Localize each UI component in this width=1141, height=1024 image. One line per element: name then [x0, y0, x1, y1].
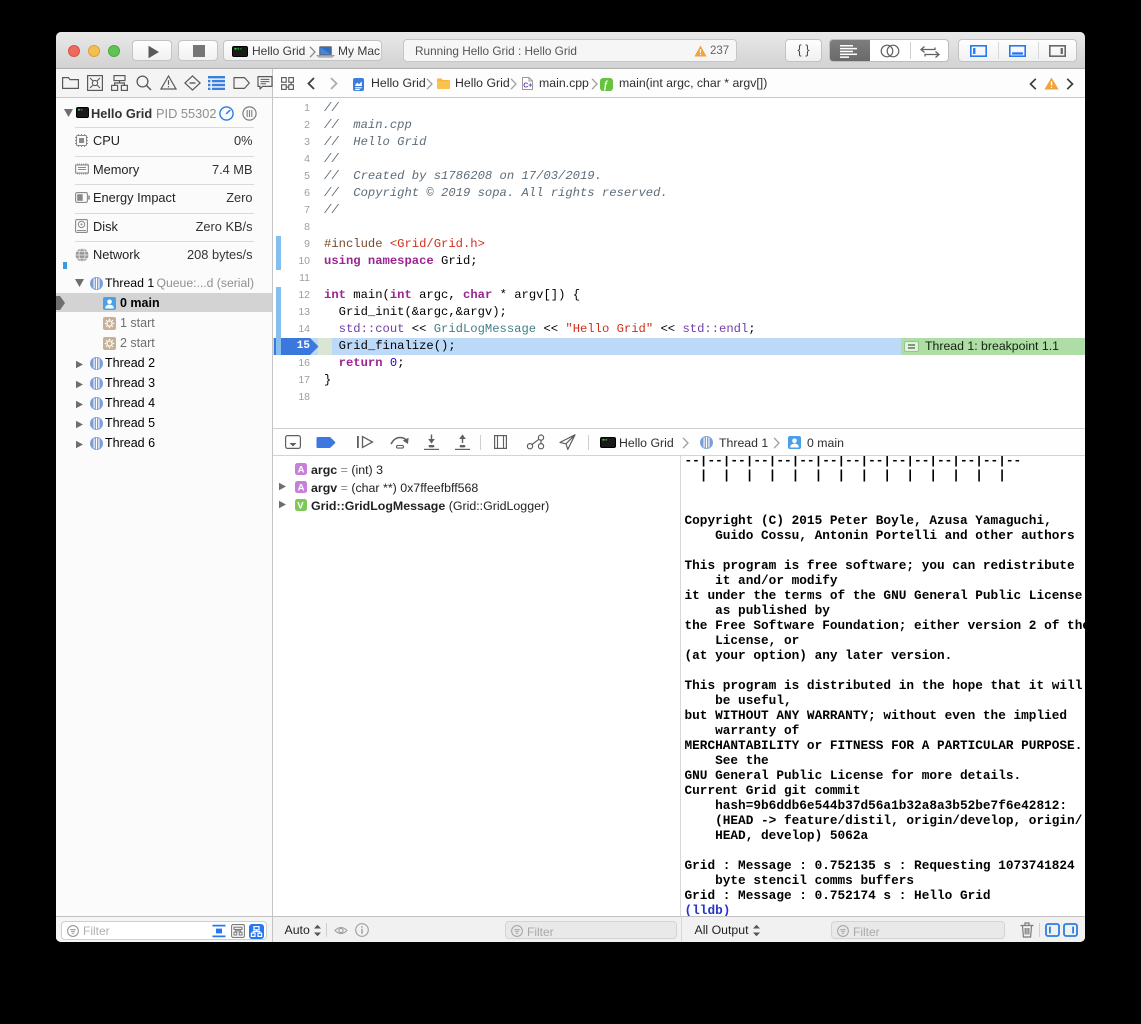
svg-text:A: A: [298, 482, 305, 493]
svg-text:A: A: [298, 464, 305, 475]
svg-text:V: V: [297, 500, 304, 511]
svg-text:C+: C+: [523, 83, 532, 90]
